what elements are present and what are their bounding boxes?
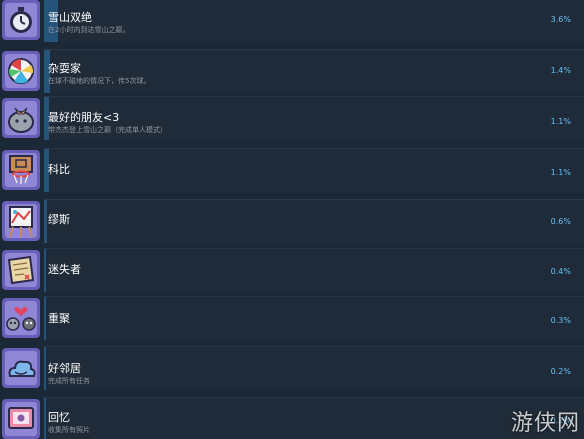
achievement-percent: 1.1% (550, 168, 571, 177)
achievement-row[interactable]: 迷失者 0.4% (0, 248, 584, 292)
achievement-panel: 杂耍家 在球不碰地的情况下，传5次球。 1.4% (44, 49, 584, 93)
achievement-panel: 好邻居 完成所有任务 0.2% (44, 346, 584, 390)
achievement-percent: 0.3% (550, 316, 571, 325)
achievement-description: 带杰杰登上雪山之巅（完成单人模式） (48, 126, 167, 134)
achievement-row[interactable]: 杂耍家 在球不碰地的情况下，传5次球。 1.4% (0, 49, 584, 93)
gift-rock-icon (0, 96, 42, 140)
cloud-icon (0, 346, 42, 390)
achievement-title: 最好的朋友<3 (48, 111, 120, 124)
achievement-panel: 回忆 收集所有照片 0.2% (44, 397, 584, 439)
achievement-row[interactable]: 最好的朋友<3 带杰杰登上雪山之巅（完成单人模式） 1.1% (0, 96, 584, 140)
progress-bar (44, 297, 46, 340)
achievement-panel: 最好的朋友<3 带杰杰登上雪山之巅（完成单人模式） 1.1% (44, 96, 584, 140)
achievement-row[interactable]: 好邻居 完成所有任务 0.2% (0, 346, 584, 390)
progress-bar (44, 200, 47, 243)
beach-ball-icon (0, 49, 42, 93)
achievement-panel: 迷失者 0.4% (44, 248, 584, 292)
progress-bar (44, 398, 46, 439)
achievement-description: 在2小时内到达雪山之巅。 (48, 26, 130, 34)
achievement-description: 收集所有照片 (48, 426, 90, 434)
achievement-description: 在球不碰地的情况下，传5次球。 (48, 77, 151, 85)
basketball-hoop-icon (0, 148, 42, 192)
progress-bar (44, 249, 46, 292)
achievement-row[interactable]: 回忆 收集所有照片 0.2% (0, 397, 584, 439)
achievement-panel: 缪斯 0.6% (44, 199, 584, 243)
stopwatch-icon (0, 0, 42, 42)
watermark: 游侠网 (510, 411, 580, 436)
achievement-title: 缪斯 (48, 213, 70, 226)
photo-icon (0, 397, 42, 439)
achievement-title: 迷失者 (48, 263, 81, 276)
achievement-row[interactable]: 重聚 0.3% (0, 296, 584, 340)
achievement-title: 杂耍家 (48, 62, 81, 75)
reunion-icon (0, 296, 42, 340)
achievement-row[interactable]: 科比 1.1% (0, 148, 584, 192)
achievement-panel: 雪山双绝 在2小时内到达雪山之巅。 3.6% (44, 0, 584, 42)
achievement-percent: 1.1% (550, 117, 571, 126)
achievement-percent: 1.4% (550, 66, 571, 75)
achievement-title: 重聚 (48, 312, 70, 325)
easel-icon (0, 199, 42, 243)
achievement-panel: 重聚 0.3% (44, 296, 584, 340)
achievement-title: 雪山双绝 (48, 11, 92, 24)
progress-bar (44, 347, 46, 390)
achievement-panel: 科比 1.1% (44, 148, 584, 192)
achievement-description: 完成所有任务 (48, 377, 90, 385)
achievement-percent: 0.2% (550, 367, 571, 376)
achievement-percent: 0.4% (550, 267, 571, 276)
achievement-row[interactable]: 雪山双绝 在2小时内到达雪山之巅。 3.6% (0, 0, 584, 42)
achievement-title: 回忆 (48, 411, 70, 424)
achievement-percent: 0.6% (550, 217, 571, 226)
achievement-row[interactable]: 缪斯 0.6% (0, 199, 584, 243)
map-icon (0, 248, 42, 292)
achievement-list: 雪山双绝 在2小时内到达雪山之巅。 3.6% 杂耍家 在球不碰地的情况下，传5次… (0, 0, 584, 439)
achievement-title: 好邻居 (48, 362, 81, 375)
achievement-percent: 3.6% (550, 15, 571, 24)
achievement-title: 科比 (48, 163, 70, 176)
